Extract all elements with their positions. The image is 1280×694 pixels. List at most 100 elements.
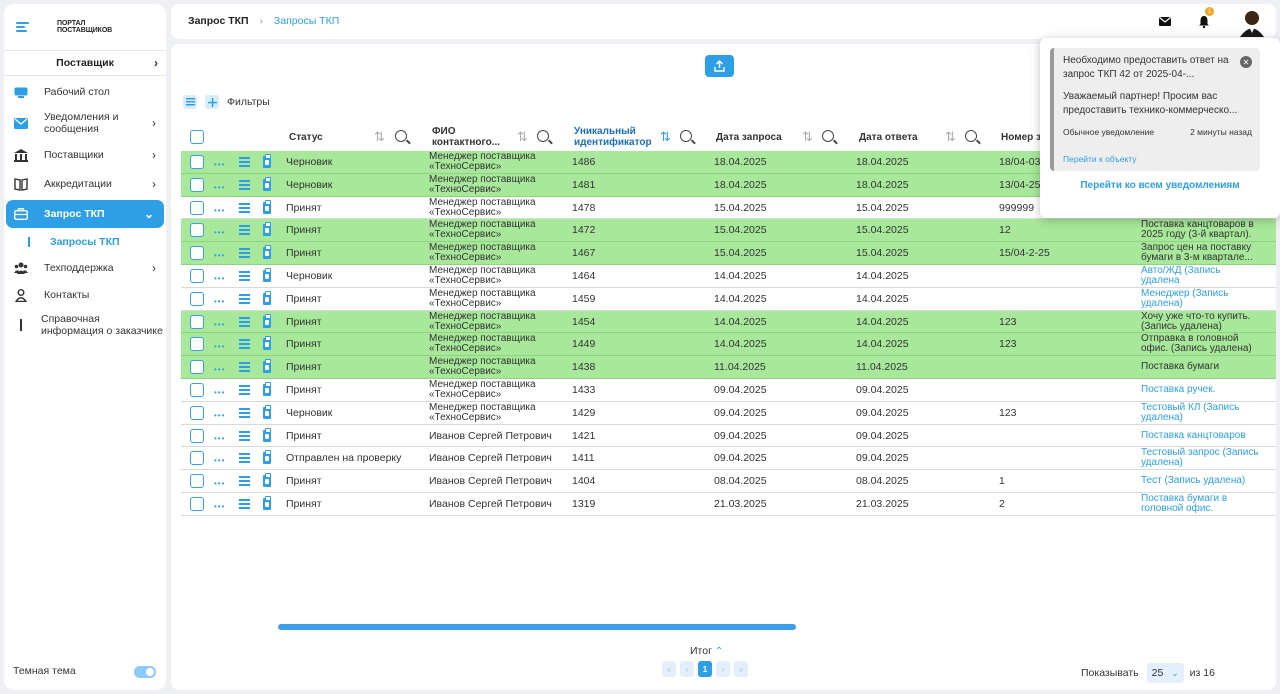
cell-subject-link[interactable]: Тест (Запись удалена) bbox=[1141, 470, 1259, 492]
search-icon[interactable] bbox=[680, 130, 692, 142]
sort-desc-icon[interactable]: ⇅ bbox=[660, 129, 671, 145]
sidebar-item-accreditations[interactable]: Аккредитации › bbox=[4, 168, 166, 200]
row-checkbox[interactable] bbox=[190, 291, 204, 306]
column-header-fio[interactable]: ФИО контактного... bbox=[432, 123, 510, 151]
bell-icon[interactable] bbox=[1199, 16, 1209, 28]
sort-icon[interactable]: ⇅ bbox=[802, 129, 813, 145]
more-actions-icon[interactable]: ••• bbox=[214, 434, 225, 443]
row-checkbox[interactable] bbox=[190, 200, 204, 215]
details-icon[interactable] bbox=[239, 430, 250, 441]
horizontal-scrollbar[interactable] bbox=[278, 624, 796, 630]
row-checkbox[interactable] bbox=[190, 451, 204, 466]
sidebar-subitem-tkp-requests[interactable]: Запросы ТКП bbox=[4, 232, 166, 252]
search-icon[interactable] bbox=[965, 130, 977, 142]
cell-subject-link[interactable]: Менеджер (Запись удалена) bbox=[1141, 288, 1259, 310]
column-header-status[interactable]: Статус bbox=[289, 123, 323, 151]
more-actions-icon[interactable]: ••• bbox=[214, 411, 225, 420]
table-row[interactable]: ••• Принят Менеджер поставщика «ТехноСерви… bbox=[181, 333, 1276, 357]
clipboard-icon[interactable] bbox=[263, 313, 271, 328]
all-notifications-link[interactable]: Перейти ко всем уведомлениям bbox=[1040, 180, 1280, 191]
clipboard-icon[interactable] bbox=[263, 290, 271, 305]
details-icon[interactable] bbox=[239, 339, 250, 350]
row-checkbox[interactable] bbox=[190, 474, 204, 489]
more-actions-icon[interactable]: ••• bbox=[214, 228, 225, 237]
cell-subject-link[interactable]: Хочу уже что-то купить. (Запись удалена) bbox=[1141, 311, 1259, 333]
sidebar-item-notifications[interactable]: Уведомления и сообщения › bbox=[4, 104, 166, 142]
totals-toggle[interactable]: Итог ⌃ bbox=[690, 645, 723, 657]
row-checkbox[interactable] bbox=[190, 314, 204, 329]
table-row[interactable]: ••• Принят Менеджер поставщика «ТехноСерви… bbox=[181, 356, 1276, 379]
clipboard-icon[interactable] bbox=[263, 245, 271, 260]
close-icon[interactable]: ✕ bbox=[1240, 56, 1252, 68]
sidebar-item-reference[interactable]: Справочная информация о заказчике bbox=[4, 308, 166, 342]
more-actions-icon[interactable]: ••• bbox=[214, 274, 225, 283]
more-actions-icon[interactable]: ••• bbox=[214, 251, 225, 260]
more-actions-icon[interactable]: ••• bbox=[214, 342, 225, 351]
clipboard-icon[interactable] bbox=[263, 427, 271, 442]
column-header-request-date[interactable]: Дата запроса bbox=[716, 123, 782, 151]
clipboard-icon[interactable] bbox=[263, 495, 271, 510]
page-size-select[interactable]: 25 ⌄ bbox=[1146, 663, 1184, 683]
sidebar-item-support[interactable]: Техподдержка › bbox=[4, 254, 166, 282]
sidebar-item-contacts[interactable]: Контакты bbox=[4, 282, 166, 308]
cell-subject-link[interactable]: Тестовый запрос (Запись удалена) bbox=[1141, 447, 1259, 469]
sidebar-item-tkp[interactable]: Запрос ТКП ⌄ bbox=[6, 200, 164, 228]
theme-toggle[interactable] bbox=[134, 666, 156, 678]
menu-toggle-icon[interactable] bbox=[16, 20, 29, 34]
details-icon[interactable] bbox=[239, 225, 250, 236]
cell-subject-link[interactable]: Запрос цен на поставку бумаги в 3-м квар… bbox=[1141, 242, 1259, 264]
more-actions-icon[interactable]: ••• bbox=[214, 183, 225, 192]
mail-icon[interactable] bbox=[1159, 17, 1171, 26]
details-icon[interactable] bbox=[239, 316, 250, 327]
details-icon[interactable] bbox=[239, 476, 250, 487]
prev-page-button[interactable]: ‹ bbox=[680, 661, 694, 677]
row-checkbox[interactable] bbox=[190, 360, 204, 375]
avatar[interactable] bbox=[1239, 6, 1265, 37]
clipboard-icon[interactable] bbox=[263, 176, 271, 191]
details-icon[interactable] bbox=[239, 498, 250, 509]
more-actions-icon[interactable]: ••• bbox=[214, 320, 225, 329]
table-row[interactable]: ••• Принят Менеджер поставщика «ТехноСерви… bbox=[181, 379, 1276, 402]
column-header-uid[interactable]: Уникальный идентификатор bbox=[574, 123, 654, 151]
clipboard-icon[interactable] bbox=[263, 404, 271, 419]
search-icon[interactable] bbox=[822, 130, 834, 142]
role-selector[interactable]: Поставщик › bbox=[4, 50, 166, 76]
details-icon[interactable] bbox=[239, 362, 250, 373]
cell-subject-link[interactable]: Авто/ЖД (Запись удалена bbox=[1141, 265, 1259, 287]
clipboard-icon[interactable] bbox=[263, 199, 271, 214]
clipboard-icon[interactable] bbox=[263, 222, 271, 237]
row-checkbox[interactable] bbox=[190, 246, 204, 261]
row-checkbox[interactable] bbox=[190, 428, 204, 443]
export-button[interactable] bbox=[705, 55, 734, 77]
table-row[interactable]: ••• Принят Иванов Сергей Петрович 1404 08.04… bbox=[181, 470, 1276, 493]
logo[interactable]: ПОРТАЛ ПОСТАВЩИКОВ bbox=[16, 20, 112, 34]
table-row[interactable]: ••• Отправлен на проверку Иванов Сергей Пе… bbox=[181, 447, 1276, 471]
cell-subject-link[interactable]: Поставка бумаги в головной офис. bbox=[1141, 493, 1259, 515]
columns-toggle-button[interactable] bbox=[183, 95, 197, 109]
search-icon[interactable] bbox=[537, 130, 549, 142]
table-row[interactable]: ••• Принят Менеджер поставщика «ТехноСерви… bbox=[181, 242, 1276, 265]
more-actions-icon[interactable]: ••• bbox=[214, 160, 225, 169]
sort-icon[interactable]: ⇅ bbox=[945, 129, 956, 145]
notification-card[interactable]: Необходимо предоставить ответ на запрос … bbox=[1050, 48, 1260, 171]
breadcrumb-section[interactable]: Запрос ТКП bbox=[188, 15, 249, 27]
details-icon[interactable] bbox=[239, 293, 250, 304]
row-checkbox[interactable] bbox=[190, 405, 204, 420]
last-page-button[interactable]: » bbox=[734, 661, 748, 677]
table-row[interactable]: ••• Принят Менеджер поставщика «ТехноСерви… bbox=[181, 288, 1276, 311]
details-icon[interactable] bbox=[239, 157, 250, 167]
cell-subject-link[interactable]: Тестовый КЛ (Запись удалена) bbox=[1141, 402, 1259, 424]
table-row[interactable]: ••• Принят Иванов Сергей Петрович 1421 09.04… bbox=[181, 425, 1276, 448]
more-actions-icon[interactable]: ••• bbox=[214, 388, 225, 397]
column-header-number[interactable]: Номер з bbox=[1001, 123, 1041, 151]
row-checkbox[interactable] bbox=[190, 177, 204, 192]
cell-subject-link[interactable]: Поставка ручек. bbox=[1141, 379, 1259, 401]
row-checkbox[interactable] bbox=[190, 337, 204, 352]
clipboard-icon[interactable] bbox=[263, 381, 271, 396]
row-checkbox[interactable] bbox=[190, 382, 204, 397]
filters-label[interactable]: Фильтры bbox=[227, 96, 270, 108]
table-row[interactable]: ••• Черновик Менеджер поставщика «ТехноСер… bbox=[181, 265, 1276, 288]
column-header-answer-date[interactable]: Дата ответа bbox=[859, 123, 918, 151]
table-row[interactable]: ••• Черновик Менеджер поставщика «ТехноСер… bbox=[181, 402, 1276, 425]
details-icon[interactable] bbox=[239, 248, 250, 259]
